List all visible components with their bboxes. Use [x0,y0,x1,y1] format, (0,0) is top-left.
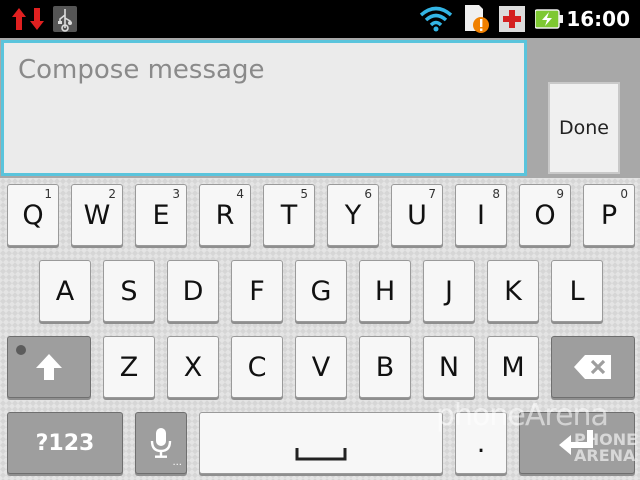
key-d[interactable]: D [167,260,219,322]
key-n[interactable]: N [423,336,475,398]
key-o[interactable]: O9 [519,184,571,246]
key-j[interactable]: J [423,260,475,322]
voice-input-key[interactable]: ··· [135,412,187,474]
key-v[interactable]: V [295,336,347,398]
battery-charging-icon [534,0,564,38]
key-t[interactable]: T5 [263,184,315,246]
watermark-logo: PHONE ARENA [574,430,638,465]
sd-card-warning-icon [460,0,492,38]
symbols-key[interactable]: ?123 [7,412,123,474]
compose-placeholder: Compose message [18,55,265,85]
data-transfer-icon [10,0,46,38]
caps-lock-indicator [16,345,26,355]
key-r[interactable]: R4 [199,184,251,246]
key-l[interactable]: L [551,260,603,322]
more-dots-icon: ··· [172,460,182,471]
key-q[interactable]: Q1 [7,184,59,246]
key-p[interactable]: P0 [583,184,635,246]
key-w[interactable]: W2 [71,184,123,246]
usb-icon [52,0,78,38]
done-button[interactable]: Done [548,82,620,174]
key-k[interactable]: K [487,260,539,322]
watermark-phonearena: phoneArena [436,398,609,433]
microphone-icon [150,428,172,458]
key-f[interactable]: F [231,260,283,322]
key-x[interactable]: X [167,336,219,398]
compose-area: Compose message Done [0,38,640,178]
key-i[interactable]: I8 [455,184,507,246]
space-bar-icon [295,448,347,461]
key-a[interactable]: A [39,260,91,322]
key-c[interactable]: C [231,336,283,398]
key-z[interactable]: Z [103,336,155,398]
key-e[interactable]: E3 [135,184,187,246]
key-s[interactable]: S [103,260,155,322]
space-key[interactable] [199,412,443,474]
medical-cross-icon [498,0,526,38]
key-g[interactable]: G [295,260,347,322]
shift-icon [36,354,62,380]
backspace-icon [574,355,611,379]
key-h[interactable]: H [359,260,411,322]
key-m[interactable]: M [487,336,539,398]
key-b[interactable]: B [359,336,411,398]
compose-message-input[interactable]: Compose message [1,40,527,176]
status-clock: 16:00 [566,7,630,31]
soft-keyboard: Q1 W2 E3 R4 T5 Y6 U7 I8 O9 P0 A S D F G … [0,178,640,480]
wifi-icon [418,0,454,38]
shift-key[interactable] [7,336,91,398]
key-y[interactable]: Y6 [327,184,379,246]
backspace-key[interactable] [551,336,635,398]
status-bar: 16:00 [0,0,640,38]
key-u[interactable]: U7 [391,184,443,246]
